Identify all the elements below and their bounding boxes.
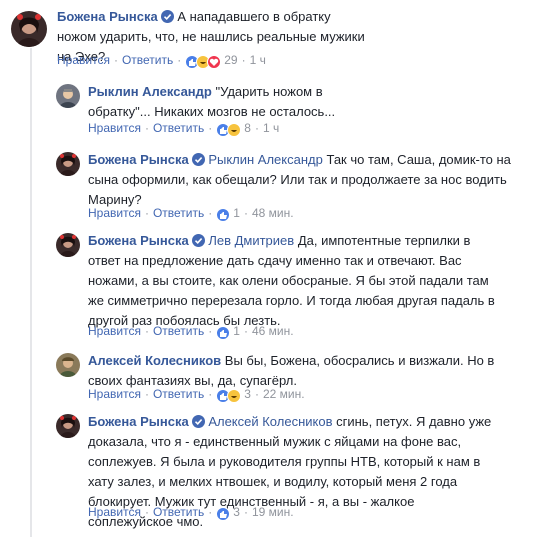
- reply-link[interactable]: Ответить: [122, 53, 173, 67]
- mention-link[interactable]: Лев Дмитриев: [208, 233, 294, 248]
- comment-reply: Божена Рынска Рыклин Александр Так чо та…: [0, 146, 552, 226]
- comment-reply: Божена Рынска Лев Дмитриев Да, импотентн…: [0, 227, 552, 347]
- like-reaction-icon: [216, 507, 231, 521]
- like-link[interactable]: Нравится: [88, 206, 141, 220]
- timestamp[interactable]: 48 мин.: [252, 206, 294, 220]
- reactions[interactable]: [216, 389, 242, 405]
- timestamp[interactable]: 19 мин.: [252, 505, 294, 519]
- mention-link[interactable]: Рыклин Александр: [208, 152, 323, 167]
- reaction-count[interactable]: 3: [244, 387, 251, 401]
- comment-author[interactable]: Божена Рынска: [88, 152, 189, 167]
- timestamp[interactable]: 46 мин.: [252, 324, 294, 338]
- reply-link[interactable]: Ответить: [153, 324, 204, 338]
- reaction-count[interactable]: 3: [233, 505, 240, 519]
- comment: Божена Рынска А нападавшего в обратку но…: [0, 0, 552, 72]
- like-reaction-icon: [216, 326, 231, 340]
- comment-author[interactable]: Божена Рынска: [88, 233, 189, 248]
- avatar-bozhena[interactable]: [56, 233, 80, 257]
- comment-author[interactable]: Рыклин Александр: [88, 84, 212, 99]
- avatar-bozhena[interactable]: [11, 11, 47, 47]
- like-link[interactable]: Нравится: [57, 53, 110, 67]
- reactions[interactable]: [185, 55, 222, 71]
- reply-link[interactable]: Ответить: [153, 387, 204, 401]
- timestamp[interactable]: 1 ч: [250, 53, 266, 67]
- comment-author[interactable]: Алексей Колесников: [88, 353, 221, 368]
- reaction-count[interactable]: 8: [244, 121, 251, 135]
- verified-badge-icon: [191, 153, 205, 166]
- comment-reply: Алексей Колесников Вы бы, Божена, обосра…: [0, 347, 552, 407]
- haha-reaction-icon: [227, 389, 242, 403]
- reactions[interactable]: [216, 123, 242, 139]
- reactions[interactable]: [216, 208, 231, 224]
- reply-link[interactable]: Ответить: [153, 505, 204, 519]
- reaction-count[interactable]: 1: [233, 206, 240, 220]
- reaction-count[interactable]: 1: [233, 324, 240, 338]
- like-link[interactable]: Нравится: [88, 121, 141, 135]
- verified-badge-icon: [191, 415, 205, 428]
- reply-link[interactable]: Ответить: [153, 206, 204, 220]
- timestamp[interactable]: 1 ч: [263, 121, 279, 135]
- reactions[interactable]: [216, 507, 231, 523]
- love-reaction-icon: [207, 55, 222, 69]
- avatar-bozhena[interactable]: [56, 152, 80, 176]
- reply-link[interactable]: Ответить: [153, 121, 204, 135]
- avatar-bozhena[interactable]: [56, 414, 80, 438]
- like-link[interactable]: Нравится: [88, 324, 141, 338]
- like-reaction-icon: [216, 208, 231, 222]
- like-link[interactable]: Нравится: [88, 505, 141, 519]
- comment-author[interactable]: Божена Рынска: [88, 414, 189, 429]
- verified-badge-icon: [160, 10, 174, 23]
- mention-link[interactable]: Алексей Колесников: [208, 414, 332, 429]
- comment-reply: Божена Рынска Алексей Колесников сгинь, …: [0, 408, 552, 537]
- comment-thread: Божена Рынска А нападавшего в обратку но…: [0, 0, 552, 537]
- reactions[interactable]: [216, 326, 231, 342]
- avatar-ryklin[interactable]: [56, 84, 80, 108]
- avatar-kolesnikov[interactable]: [56, 353, 80, 377]
- timestamp[interactable]: 22 мин.: [263, 387, 305, 401]
- verified-badge-icon: [191, 234, 205, 247]
- haha-reaction-icon: [227, 123, 242, 137]
- reaction-count[interactable]: 29: [224, 53, 237, 67]
- like-link[interactable]: Нравится: [88, 387, 141, 401]
- comment-author[interactable]: Божена Рынска: [57, 9, 158, 24]
- comment-reply: Рыклин Александр "Ударить ножом в обратк…: [0, 78, 552, 142]
